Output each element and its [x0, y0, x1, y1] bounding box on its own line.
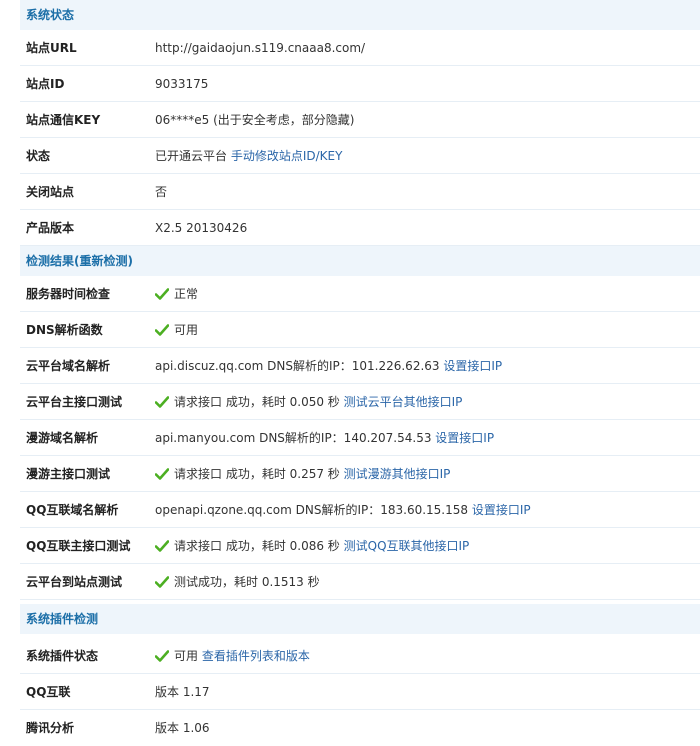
- cloud-api-label: 云平台主接口测试: [26, 395, 123, 409]
- cloud-set-ip-link[interactable]: 设置接口IP: [443, 359, 502, 373]
- site-key-value: 06****e5 (出于安全考虑，部分隐藏): [155, 113, 355, 127]
- plugin-status-label: 系统插件状态: [26, 649, 99, 663]
- site-key-label: 站点通信KEY: [26, 113, 101, 127]
- row-site-id: 站点ID 9033175: [20, 66, 700, 102]
- manyou-api-text: 请求接口 成功，耗时 0.257 秒: [174, 467, 344, 481]
- cloud-test-other-link[interactable]: 测试云平台其他接口IP: [344, 395, 463, 409]
- check-icon: [155, 288, 169, 300]
- qq-dns-value: openapi.qzone.qq.com DNS解析的IP：183.60.15.…: [155, 492, 531, 528]
- row-manyou-dns: 漫游域名解析 api.manyou.com DNS解析的IP：140.207.5…: [20, 420, 700, 456]
- row-server-time: 服务器时间检查 正常: [20, 276, 700, 312]
- site-url-label: 站点URL: [26, 41, 77, 55]
- cloud-api-value: 请求接口 成功，耗时 0.050 秒 测试云平台其他接口IP: [155, 384, 462, 420]
- qq-set-ip-link[interactable]: 设置接口IP: [472, 503, 531, 517]
- cloud-dns-label: 云平台域名解析: [26, 359, 111, 373]
- manyou-set-ip-link[interactable]: 设置接口IP: [435, 431, 494, 445]
- row-manyou-api: 漫游主接口测试 请求接口 成功，耗时 0.257 秒 测试漫游其他接口IP: [20, 456, 700, 492]
- view-plugin-list-link[interactable]: 查看插件列表和版本: [202, 649, 310, 663]
- dns-func-value: 可用: [155, 312, 198, 348]
- edit-site-key-link[interactable]: 手动修改站点ID/KEY: [231, 149, 343, 163]
- site-url-value: http://gaidaojun.s119.cnaaa8.com/: [155, 41, 366, 55]
- manyou-dns-label: 漫游域名解析: [26, 431, 99, 445]
- close-site-label: 关闭站点: [26, 185, 75, 199]
- status-label: 状态: [26, 149, 51, 163]
- row-cloud-dns: 云平台域名解析 api.discuz.qq.com DNS解析的IP：101.2…: [20, 348, 700, 384]
- check-icon: [155, 576, 169, 588]
- row-tencent-analytics: 腾讯分析 版本 1.06: [20, 710, 700, 746]
- row-qq-dns: QQ互联域名解析 openapi.qzone.qq.com DNS解析的IP：1…: [20, 492, 700, 528]
- manyou-api-value: 请求接口 成功，耗时 0.257 秒 测试漫游其他接口IP: [155, 456, 450, 492]
- plugin-status-value: 可用 查看插件列表和版本: [155, 638, 310, 674]
- dns-func-label: DNS解析函数: [26, 323, 103, 337]
- section-system-status: 系统状态: [20, 0, 700, 30]
- row-cloud-to-site: 云平台到站点测试 测试成功，耗时 0.1513 秒: [20, 564, 700, 600]
- manyou-dns-text: api.manyou.com DNS解析的IP：140.207.54.53: [155, 431, 436, 445]
- cloud-to-site-label: 云平台到站点测试: [26, 575, 123, 589]
- qq-api-value: 请求接口 成功，耗时 0.086 秒 测试QQ互联其他接口IP: [155, 528, 469, 564]
- server-time-value: 正常: [155, 276, 198, 312]
- status-text: 已开通云平台: [155, 149, 231, 163]
- cloud-api-text: 请求接口 成功，耗时 0.050 秒: [174, 395, 344, 409]
- cloud-dns-text: api.discuz.qq.com DNS解析的IP：101.226.62.63: [155, 359, 444, 373]
- plugin-status-text: 可用: [174, 649, 202, 663]
- row-status: 状态 已开通云平台 手动修改站点ID/KEY: [20, 138, 700, 174]
- site-id-label: 站点ID: [26, 77, 65, 91]
- qq-dns-label: QQ互联域名解析: [26, 503, 119, 517]
- cloud-dns-value: api.discuz.qq.com DNS解析的IP：101.226.62.63…: [155, 348, 502, 384]
- check-icon: [155, 396, 169, 408]
- manyou-dns-value: api.manyou.com DNS解析的IP：140.207.54.53 设置…: [155, 420, 494, 456]
- server-time-label: 服务器时间检查: [26, 287, 111, 301]
- qq-api-text: 请求接口 成功，耗时 0.086 秒: [174, 539, 344, 553]
- check-icon: [155, 468, 169, 480]
- version-value: X2.5 20130426: [155, 221, 248, 235]
- row-version: 产品版本 X2.5 20130426: [20, 210, 700, 246]
- qq-test-other-link[interactable]: 测试QQ互联其他接口IP: [344, 539, 470, 553]
- server-time-text: 正常: [174, 287, 199, 301]
- qq-connect-value: 版本 1.17: [155, 685, 210, 699]
- manyou-test-other-link[interactable]: 测试漫游其他接口IP: [344, 467, 451, 481]
- close-site-value: 否: [155, 185, 168, 199]
- qq-connect-label: QQ互联: [26, 685, 71, 699]
- cloud-to-site-value: 测试成功，耗时 0.1513 秒: [155, 564, 320, 600]
- row-site-url: 站点URL http://gaidaojun.s119.cnaaa8.com/: [20, 30, 700, 66]
- row-cloud-api: 云平台主接口测试 请求接口 成功，耗时 0.050 秒 测试云平台其他接口IP: [20, 384, 700, 420]
- dns-func-text: 可用: [174, 323, 199, 337]
- section-check-results[interactable]: 检测结果(重新检测): [20, 246, 700, 276]
- section-plugin-check: 系统插件检测: [20, 604, 700, 634]
- qq-api-label: QQ互联主接口测试: [26, 539, 131, 553]
- row-plugin-status: 系统插件状态 可用 查看插件列表和版本: [20, 638, 700, 674]
- manyou-api-label: 漫游主接口测试: [26, 467, 111, 481]
- row-close-site: 关闭站点 否: [20, 174, 700, 210]
- status-value: 已开通云平台 手动修改站点ID/KEY: [155, 138, 342, 174]
- row-qq-connect: QQ互联 版本 1.17: [20, 674, 700, 710]
- qq-dns-text: openapi.qzone.qq.com DNS解析的IP：183.60.15.…: [155, 503, 472, 517]
- row-qq-api: QQ互联主接口测试 请求接口 成功，耗时 0.086 秒 测试QQ互联其他接口I…: [20, 528, 700, 564]
- tencent-analytics-value: 版本 1.06: [155, 721, 210, 735]
- site-id-value: 9033175: [155, 77, 209, 91]
- version-label: 产品版本: [26, 221, 75, 235]
- row-dns-func: DNS解析函数 可用: [20, 312, 700, 348]
- check-icon: [155, 324, 169, 336]
- row-site-key: 站点通信KEY 06****e5 (出于安全考虑，部分隐藏): [20, 102, 700, 138]
- check-icon: [155, 650, 169, 662]
- tencent-analytics-label: 腾讯分析: [26, 721, 75, 735]
- cloud-to-site-text: 测试成功，耗时 0.1513 秒: [174, 575, 320, 589]
- check-icon: [155, 540, 169, 552]
- cloud-diagnostics-panel: 系统状态 站点URL http://gaidaojun.s119.cnaaa8.…: [0, 0, 700, 746]
